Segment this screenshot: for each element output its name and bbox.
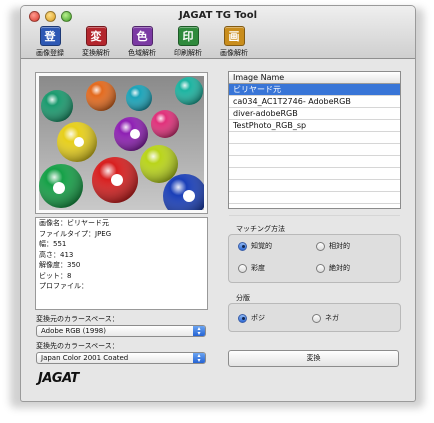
list-item[interactable]: diver-adobeRGB [229, 108, 400, 120]
billiard-balls-photo [39, 76, 204, 210]
radio-negative[interactable]: ネガ [312, 313, 339, 323]
convert-button[interactable]: 変換 [228, 350, 399, 367]
radio-indicator[interactable] [238, 313, 247, 323]
title-bar: JAGAT TG Tool 登 画像登録 変 変換解析 色 色域解析 印 印刷解… [21, 6, 415, 59]
jagat-logo: JAGAT [38, 371, 79, 386]
radio-label: 彩度 [251, 264, 265, 272]
list-item[interactable] [229, 168, 400, 180]
image-list[interactable]: Image Name ビリヤード元 ca034_AC1T2746- AdobeR… [228, 71, 401, 216]
source-space-label: 変換元のカラースペース： [36, 315, 119, 323]
info-height: 高さ：413 [39, 250, 74, 259]
radio-absolute[interactable]: 絶対的 [316, 263, 350, 273]
image-analysis-icon: 画 [223, 26, 245, 46]
radio-label: 相対的 [329, 242, 350, 250]
radio-label: 知覚的 [251, 242, 272, 250]
gamut-icon: 色 [131, 26, 153, 46]
dest-space-label: 変換先のカラースペース： [36, 342, 119, 350]
image-info-panel: 画像名：ビリヤード元 ファイルタイプ：JPEG 幅：551 高さ：413 解像度… [35, 217, 208, 310]
list-item[interactable] [229, 180, 400, 192]
radio-indicator[interactable] [312, 313, 321, 323]
toolbar-print-analysis[interactable]: 印 印刷解析 [165, 26, 211, 58]
radio-perceptual[interactable]: 知覚的 [238, 241, 272, 251]
radio-label: 絶対的 [329, 264, 350, 272]
toolbar-label: 色域解析 [128, 49, 156, 57]
toolbar-label: 印刷解析 [174, 49, 202, 57]
radio-positive[interactable]: ポジ [238, 313, 265, 323]
source-space-select[interactable]: Adobe RGB (1998) ▴ ▾ [36, 325, 206, 337]
radio-indicator[interactable] [238, 263, 247, 273]
separation-title: 分版 [236, 294, 250, 302]
radio-indicator[interactable] [316, 241, 325, 251]
info-profile: プロファイル： [39, 282, 88, 290]
radio-saturation[interactable]: 彩度 [238, 263, 265, 273]
toolbar-conversion-analysis[interactable]: 変 変換解析 [73, 26, 119, 58]
toolbar-label: 画像登録 [36, 49, 64, 57]
select-arrows-icon: ▴ ▾ [193, 326, 205, 337]
print-icon: 印 [177, 26, 199, 46]
toolbar-gamut-analysis[interactable]: 色 色域解析 [119, 26, 165, 58]
window-title: JAGAT TG Tool [178, 10, 258, 21]
toolbar-register-image[interactable]: 登 画像登録 [27, 26, 73, 58]
toolbar: 登 画像登録 変 変換解析 色 色域解析 印 印刷解析 画 画像解析 [27, 26, 257, 58]
radio-label: ポジ [251, 314, 265, 322]
radio-indicator[interactable] [316, 263, 325, 273]
info-file-type: ファイルタイプ：JPEG [39, 229, 112, 238]
info-resolution: 解像度：350 [39, 261, 81, 269]
list-item[interactable] [229, 132, 400, 144]
list-item[interactable] [229, 144, 400, 156]
toolbar-label: 変換解析 [82, 49, 110, 57]
list-item[interactable]: ビリヤード元 [229, 84, 400, 96]
list-item[interactable] [229, 204, 400, 216]
dest-space-value: Japan Color 2001 Coated [41, 354, 129, 362]
list-item[interactable]: TestPhoto_RGB_sp [229, 120, 400, 132]
radio-indicator[interactable] [238, 241, 247, 251]
image-list-header[interactable]: Image Name [229, 72, 400, 84]
info-name: 画像名：ビリヤード元 [39, 219, 109, 227]
radio-relative[interactable]: 相対的 [316, 241, 350, 251]
register-icon: 登 [39, 26, 61, 46]
matching-title: マッチング方法 [236, 225, 285, 233]
select-arrows-icon: ▴ ▾ [193, 353, 205, 364]
radio-label: ネガ [325, 314, 339, 322]
toolbar-label: 画像解析 [220, 49, 248, 57]
info-bit-depth: ビット：8 [39, 271, 72, 280]
dest-space-select[interactable]: Japan Color 2001 Coated ▴ ▾ [36, 352, 206, 364]
list-item[interactable]: ca034_AC1T2746- AdobeRGB [229, 96, 400, 108]
image-preview-frame [35, 72, 208, 214]
conversion-icon: 変 [85, 26, 107, 46]
info-width: 幅：551 [39, 240, 67, 248]
list-item[interactable] [229, 192, 400, 204]
source-space-value: Adobe RGB (1998) [41, 327, 106, 335]
list-item[interactable] [229, 156, 400, 168]
toolbar-image-analysis[interactable]: 画 画像解析 [211, 26, 257, 58]
